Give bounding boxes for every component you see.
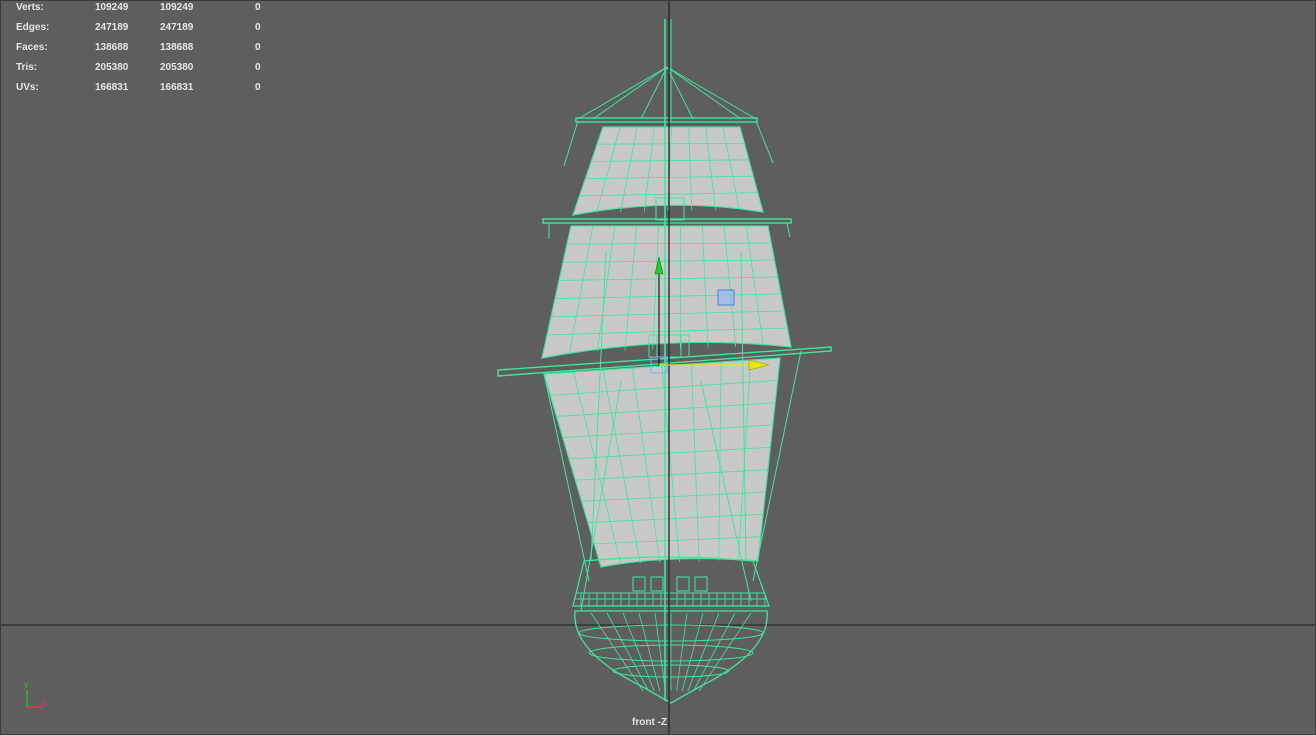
ship-wireframe-scene[interactable] <box>1 1 1316 735</box>
hud-label: Verts: <box>16 2 44 13</box>
hud-value: 247189 <box>160 22 194 33</box>
hud-value: 109249 <box>95 2 129 13</box>
axis-x-label: x <box>42 700 47 708</box>
ship-wireframe[interactable] <box>497 19 832 704</box>
hud-value: 247189 <box>95 22 129 33</box>
hud-value: 205380 <box>160 62 194 73</box>
hud-value: 0 <box>255 82 261 93</box>
axis-y-label: y <box>24 681 29 689</box>
hud-row-verts: Verts: 109249 109249 0 <box>1 2 281 22</box>
hud-row-edges: Edges: 247189 247189 0 <box>1 22 281 42</box>
hud-label: Edges: <box>16 22 50 33</box>
hud-value: 138688 <box>95 42 129 53</box>
hud-value: 138688 <box>160 42 194 53</box>
camera-label: front -Z <box>632 717 667 728</box>
view-axis-icon: y x <box>15 681 55 717</box>
hud-value: 109249 <box>160 2 194 13</box>
hud-row-uvs: UVs: 166831 166831 0 <box>1 82 281 102</box>
hud-value: 166831 <box>160 82 194 93</box>
hud-value: 0 <box>255 42 261 53</box>
hud-value: 166831 <box>95 82 129 93</box>
hud-label: Faces: <box>16 42 48 53</box>
hud-label: UVs: <box>16 82 39 93</box>
hud-value: 0 <box>255 22 261 33</box>
hud-value: 0 <box>255 62 261 73</box>
hud-value: 0 <box>255 2 261 13</box>
3d-viewport[interactable]: Verts: 109249 109249 0 Edges: 247189 247… <box>0 0 1316 735</box>
hud-label: Tris: <box>16 62 38 73</box>
hud-value: 205380 <box>95 62 129 73</box>
hud-row-faces: Faces: 138688 138688 0 <box>1 42 281 62</box>
move-plane-handle-icon[interactable] <box>717 289 735 306</box>
hud-row-tris: Tris: 205380 205380 0 <box>1 62 281 82</box>
